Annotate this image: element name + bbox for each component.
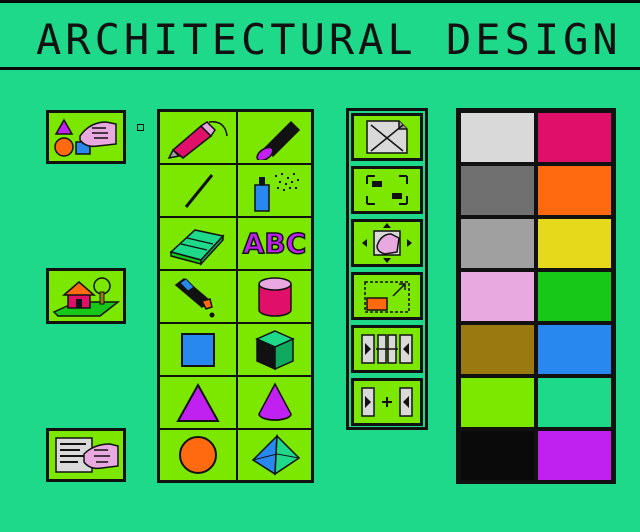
cube-tool[interactable] (238, 324, 311, 375)
edit-tools-column (346, 108, 428, 430)
eraser-icon (169, 228, 225, 266)
resize-icon (364, 281, 410, 313)
house-tree-icon (52, 277, 121, 317)
square-tool[interactable] (160, 324, 236, 375)
freehand-pen-tool[interactable] (160, 112, 236, 163)
color-swatch[interactable] (459, 111, 536, 164)
brush-icon (255, 120, 300, 160)
shapes-hand-icon (54, 118, 117, 157)
spray-tool[interactable] (238, 165, 311, 216)
pyramid-tool[interactable] (238, 430, 311, 480)
zoom-frame-button[interactable] (351, 166, 423, 214)
abc-text-label: ABC (242, 226, 307, 261)
color-swatch[interactable] (459, 376, 536, 429)
color-swatch[interactable] (459, 323, 536, 376)
circle-tool[interactable] (160, 430, 236, 480)
clear-page-icon (366, 120, 408, 154)
cone-tool[interactable] (238, 377, 311, 428)
flip-horizontal-button[interactable] (351, 325, 423, 373)
flip-vertical-button[interactable] (351, 378, 423, 426)
circle-icon (179, 436, 217, 474)
pyramid-icon (251, 434, 300, 476)
color-swatch[interactable] (459, 270, 536, 323)
cylinder-icon (257, 276, 292, 317)
title-bar: ARCHITECTURAL DESIGN (0, 0, 640, 70)
tool-grid: ABC (157, 109, 314, 483)
triangle-icon (176, 382, 220, 422)
line-icon (184, 173, 214, 208)
resize-button[interactable] (351, 272, 423, 320)
square-icon (181, 332, 215, 367)
fill-tool[interactable] (160, 271, 236, 322)
cylinder-tool[interactable] (238, 271, 311, 322)
color-swatch[interactable] (536, 376, 613, 429)
color-swatch[interactable] (536, 164, 613, 217)
paint-tube-icon (174, 277, 215, 317)
triangle-tool[interactable] (160, 377, 236, 428)
text-tool[interactable]: ABC (238, 218, 311, 269)
move-hand-icon (362, 223, 412, 263)
color-swatch[interactable] (459, 217, 536, 270)
color-swatch[interactable] (536, 111, 613, 164)
cone-icon (257, 381, 292, 421)
flip-arrows-icon (361, 334, 413, 364)
color-swatch[interactable] (459, 429, 536, 482)
line-tool[interactable] (160, 165, 236, 216)
document-hand-icon (55, 437, 119, 473)
color-palette (456, 108, 616, 484)
shapes-mode-button[interactable] (46, 110, 126, 164)
flip-arrows-icon (361, 387, 413, 417)
pen-icon (167, 120, 228, 159)
document-mode-button[interactable] (46, 428, 126, 482)
app-title: ARCHITECTURAL DESIGN (36, 15, 622, 64)
selection-marker (137, 124, 144, 131)
zoom-frame-icon (366, 175, 408, 205)
color-swatch[interactable] (536, 217, 613, 270)
color-swatch[interactable] (459, 164, 536, 217)
move-button[interactable] (351, 219, 423, 267)
house-mode-button[interactable] (46, 268, 126, 324)
color-swatch[interactable] (536, 429, 613, 482)
brush-tool[interactable] (238, 112, 311, 163)
clear-page-button[interactable] (351, 113, 423, 161)
color-swatch[interactable] (536, 323, 613, 376)
color-swatch[interactable] (536, 270, 613, 323)
spray-can-icon (253, 172, 299, 212)
eraser-tool[interactable] (160, 218, 236, 269)
cube-icon (254, 329, 295, 370)
